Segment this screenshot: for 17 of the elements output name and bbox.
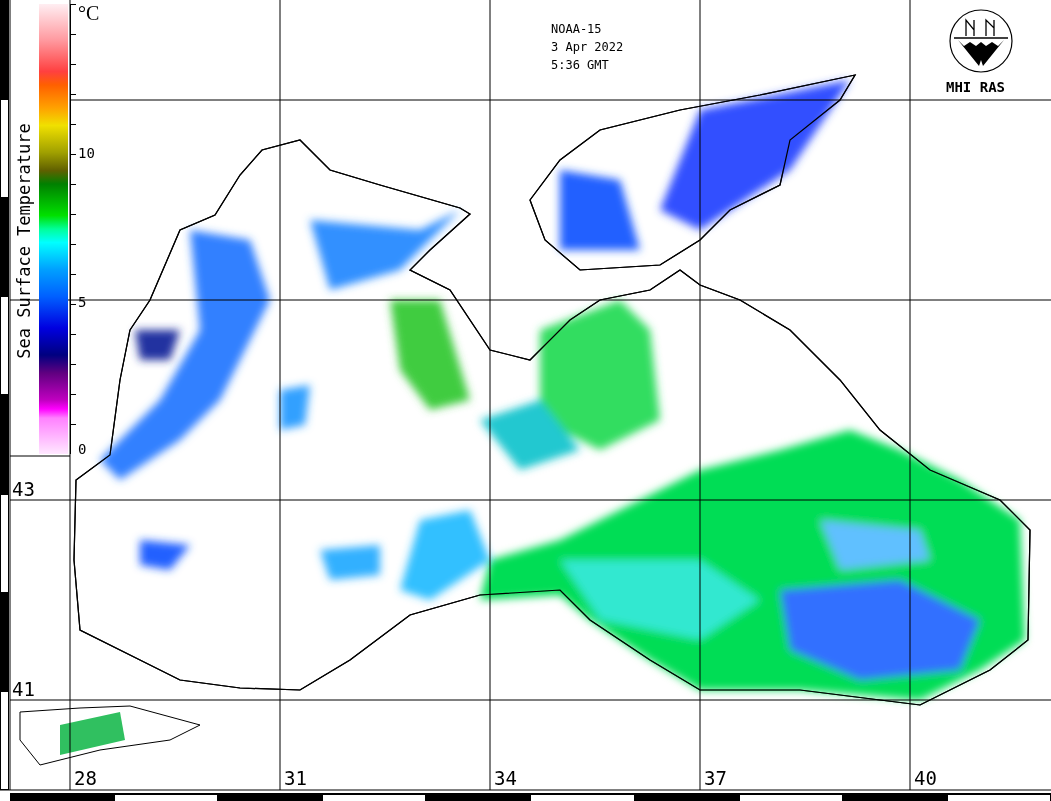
latitude-label: 41	[12, 678, 35, 700]
legend-title: Sea Surface Temperature	[13, 122, 35, 361]
logo-icon	[946, 8, 1016, 74]
scale-tick-label: 0	[78, 441, 87, 457]
date-label: 3 Apr 2022	[551, 40, 624, 54]
longitude-label: 34	[494, 767, 517, 789]
satellite-name: NOAA-15	[551, 22, 603, 36]
scale-tick-label: 10	[78, 145, 95, 161]
time-label: 5:36 GMT	[551, 58, 610, 72]
longitude-label: 37	[704, 767, 727, 789]
unit-label: °C	[78, 2, 100, 25]
longitude-label: 31	[284, 767, 307, 789]
longitude-label: 28	[74, 767, 97, 789]
scale-tick-label: 5	[78, 294, 87, 310]
latitude-label: 43	[12, 478, 35, 500]
logo-label: MHI RAS	[946, 79, 1005, 95]
longitude-label: 40	[914, 767, 937, 789]
